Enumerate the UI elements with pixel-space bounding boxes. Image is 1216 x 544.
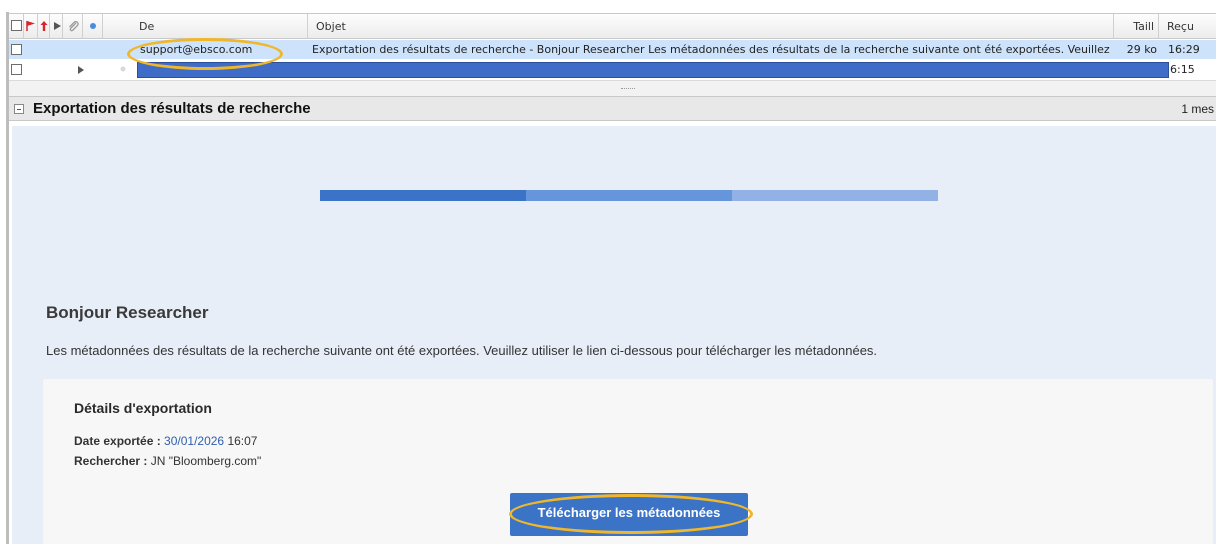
header-received[interactable]: Reçu bbox=[1159, 14, 1216, 39]
list-pane-splitter[interactable] bbox=[9, 80, 1216, 96]
row-checkbox[interactable] bbox=[11, 44, 22, 55]
header-read-status-column[interactable] bbox=[83, 14, 103, 39]
row-received: 16:29 bbox=[1168, 43, 1200, 56]
export-date-line: Date exportée : 30/01/2026 16:07 bbox=[74, 434, 257, 448]
export-search-label: Rechercher : bbox=[74, 454, 148, 468]
export-time-value: 16:07 bbox=[227, 434, 258, 448]
email-greeting: Bonjour Researcher bbox=[46, 303, 209, 322]
export-date-value[interactable]: 30/01/2026 bbox=[164, 434, 224, 448]
splitter-grip[interactable] bbox=[621, 88, 635, 90]
redacted-row-content bbox=[137, 62, 1169, 78]
message-list: De Objet Taill Reçu support@ebsco.com Ex… bbox=[9, 13, 1216, 96]
flag-icon bbox=[26, 21, 35, 31]
row-checkbox[interactable] bbox=[11, 64, 22, 75]
email-intro: Les métadonnées des résultats de la rech… bbox=[46, 343, 878, 358]
thread-arrow-icon bbox=[54, 22, 61, 30]
export-search-line: Rechercher : JN "Bloomberg.com" bbox=[74, 454, 261, 468]
header-subject[interactable]: Objet bbox=[308, 14, 1114, 39]
email-body: Bonjour Researcher Les métadonnées des r… bbox=[12, 126, 1216, 544]
export-details-card: Détails d'exportation Date exportée : 30… bbox=[43, 379, 1213, 544]
banner-segment-2 bbox=[526, 190, 732, 201]
header-flag-column[interactable] bbox=[24, 14, 38, 39]
list-header: De Objet Taill Reçu bbox=[9, 13, 1216, 39]
export-details-title: Détails d'exportation bbox=[74, 400, 212, 416]
reading-pane-header: Exportation des résultats de recherche 1… bbox=[9, 96, 1216, 121]
header-from[interactable]: De bbox=[103, 14, 308, 39]
message-row[interactable]: support@ebsco.com Exportation des résult… bbox=[9, 40, 1216, 59]
row-size: 29 ko bbox=[1126, 43, 1157, 56]
select-all-checkbox[interactable] bbox=[11, 20, 22, 31]
header-select-all[interactable] bbox=[9, 14, 24, 39]
importance-icon bbox=[40, 21, 48, 31]
export-date-label: Date exportée : bbox=[74, 434, 161, 448]
header-size[interactable]: Taill bbox=[1114, 14, 1159, 39]
top-gap bbox=[0, 0, 1216, 13]
row-received: 6:15 bbox=[1170, 63, 1195, 76]
banner-segment-1 bbox=[320, 190, 526, 201]
reading-pane: Bonjour Researcher Les métadonnées des r… bbox=[9, 121, 1216, 544]
read-status-dot-icon bbox=[90, 23, 96, 29]
download-metadata-button[interactable]: Télécharger les métadonnées bbox=[510, 493, 748, 536]
read-status-dot-icon[interactable] bbox=[119, 65, 127, 73]
message-row[interactable]: 6:15 bbox=[9, 60, 1216, 79]
message-count: 1 mes bbox=[1181, 102, 1214, 116]
header-importance-column[interactable] bbox=[38, 14, 50, 39]
reading-pane-title: Exportation des résultats de recherche bbox=[33, 100, 311, 117]
mail-client-window: De Objet Taill Reçu support@ebsco.com Ex… bbox=[0, 0, 1216, 544]
thread-expand-icon[interactable] bbox=[77, 66, 85, 74]
export-search-value: JN "Bloomberg.com" bbox=[150, 454, 262, 468]
banner-segment-3 bbox=[732, 190, 938, 201]
header-thread-column[interactable] bbox=[50, 14, 63, 39]
paperclip-icon bbox=[69, 20, 79, 32]
collapse-icon[interactable] bbox=[14, 104, 24, 114]
row-from: support@ebsco.com bbox=[140, 43, 253, 56]
row-subject: Exportation des résultats de recherche -… bbox=[312, 43, 1114, 56]
header-attachment-column[interactable] bbox=[63, 14, 83, 39]
